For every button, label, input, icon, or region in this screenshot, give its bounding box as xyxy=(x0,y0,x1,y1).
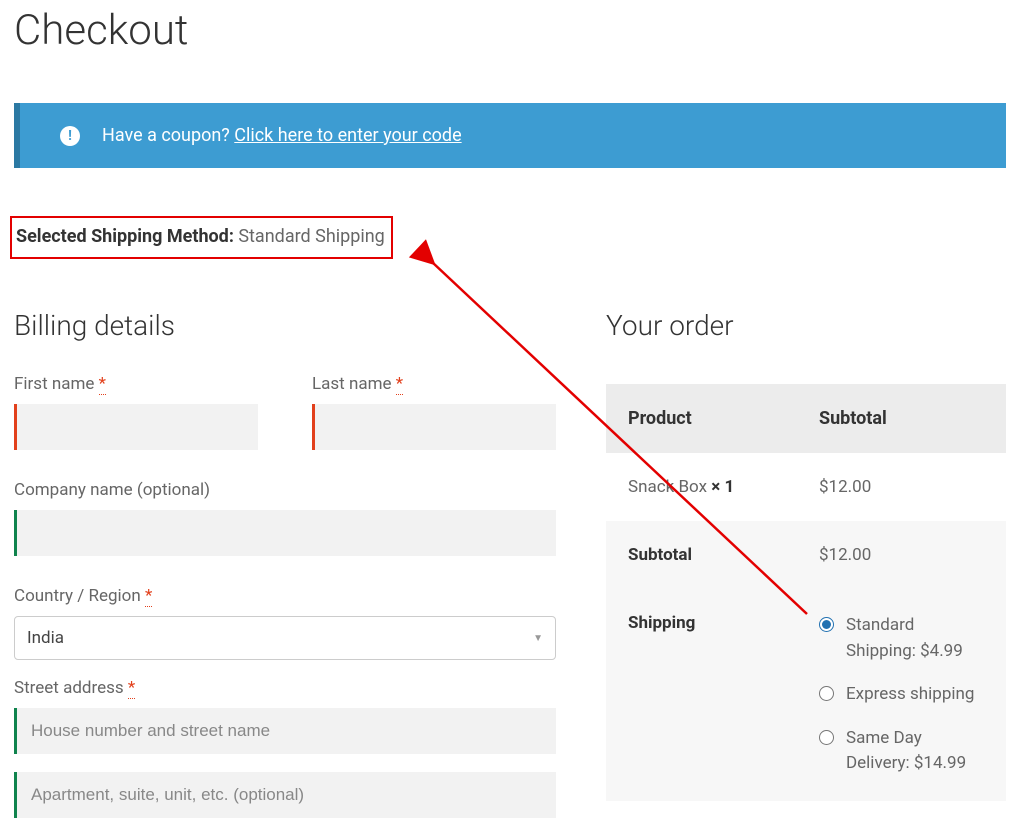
selected-shipping-value: Standard Shipping xyxy=(238,226,384,247)
selected-shipping-label: Selected Shipping Method: xyxy=(16,226,234,247)
required-mark: * xyxy=(99,374,106,395)
ship-opt-label: Same Day Delivery: xyxy=(846,728,922,774)
ship-radio-express[interactable] xyxy=(819,686,834,701)
order-item-row: Snack Box × 1 $12.00 xyxy=(606,453,1006,521)
coupon-question: Have a coupon? xyxy=(102,125,230,146)
street-input-2[interactable] xyxy=(14,772,556,818)
first-name-label: First name * xyxy=(14,374,258,394)
order-th-subtotal: Subtotal xyxy=(819,408,984,429)
company-input[interactable] xyxy=(14,510,556,556)
info-icon: ! xyxy=(60,126,80,146)
order-th-product: Product xyxy=(628,408,819,429)
ship-opt-express[interactable]: Express shipping xyxy=(819,682,984,708)
coupon-link[interactable]: Click here to enter your code xyxy=(234,125,461,146)
coupon-banner: ! Have a coupon? Click here to enter you… xyxy=(14,103,1006,168)
required-mark: * xyxy=(145,586,152,607)
order-heading: Your order xyxy=(606,309,1006,342)
ship-opt-price: $4.99 xyxy=(920,641,963,661)
selected-shipping-box: Selected Shipping Method: Standard Shipp… xyxy=(10,216,393,259)
street-label-text: Street address xyxy=(14,678,124,698)
billing-heading: Billing details xyxy=(14,309,556,342)
order-subtotal-label: Subtotal xyxy=(628,545,819,565)
order-table: Product Subtotal Snack Box × 1 $12.00 Su… xyxy=(606,384,1006,801)
last-name-label: Last name * xyxy=(312,374,556,394)
country-select[interactable]: India ▼ xyxy=(14,616,556,660)
street-field-2 xyxy=(14,772,556,818)
company-label-text: Company name xyxy=(14,480,133,500)
country-label: Country / Region * xyxy=(14,586,556,606)
country-field: Country / Region * India ▼ xyxy=(14,586,556,660)
country-label-text: Country / Region xyxy=(14,586,141,606)
company-optional: (optional) xyxy=(137,480,210,500)
country-select-value: India xyxy=(27,628,64,648)
last-name-input[interactable] xyxy=(312,404,556,450)
order-subtotal-value: $12.00 xyxy=(819,545,984,565)
street-label: Street address * xyxy=(14,678,556,698)
ship-opt-sameday[interactable]: Same Day Delivery: $14.99 xyxy=(819,726,984,777)
first-name-label-text: First name xyxy=(14,374,94,394)
order-shipping-row: Shipping Standard Shipping: $4.99 xyxy=(606,589,1006,801)
page-title: Checkout xyxy=(14,6,1006,55)
street-input-1[interactable] xyxy=(14,708,556,754)
company-label: Company name (optional) xyxy=(14,480,556,500)
order-shipping-label: Shipping xyxy=(628,613,819,633)
company-field: Company name (optional) xyxy=(14,480,556,556)
ship-radio-standard[interactable] xyxy=(819,617,834,632)
ship-opt-price: $14.99 xyxy=(914,753,966,773)
first-name-field: First name * xyxy=(14,374,258,450)
order-item-qty: × 1 xyxy=(711,477,734,497)
ship-opt-standard[interactable]: Standard Shipping: $4.99 xyxy=(819,613,984,664)
ship-opt-label: Express shipping xyxy=(846,684,974,704)
chevron-down-icon: ▼ xyxy=(533,633,543,644)
ship-radio-sameday[interactable] xyxy=(819,730,834,745)
order-item-name: Snack Box xyxy=(628,477,711,497)
ship-opt-label: Standard Shipping: xyxy=(846,615,916,661)
order-item-price: $12.00 xyxy=(819,477,984,497)
last-name-field: Last name * xyxy=(312,374,556,450)
last-name-label-text: Last name xyxy=(312,374,392,394)
first-name-input[interactable] xyxy=(14,404,258,450)
required-mark: * xyxy=(396,374,403,395)
order-subtotal-row: Subtotal $12.00 xyxy=(606,521,1006,589)
required-mark: * xyxy=(128,678,135,699)
order-table-header: Product Subtotal xyxy=(606,384,1006,453)
street-field: Street address * xyxy=(14,678,556,754)
